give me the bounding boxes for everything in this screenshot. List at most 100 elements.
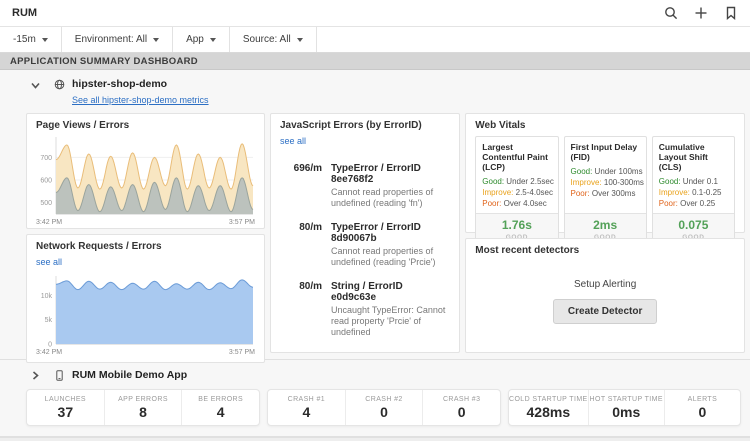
page-title: RUM [12,7,38,19]
metric-app-errors[interactable]: APP ERRORS 8 [105,390,183,425]
poor-range: Over 4.0sec [503,199,547,208]
mobile-app-section: RUM Mobile Demo App LAUNCHES 37 APP ERRO… [0,360,750,437]
metric-crash-1[interactable]: CRASH #1 4 [268,390,346,425]
svg-text:0: 0 [48,342,52,349]
chevron-down-icon [41,37,48,42]
filter-bar: -15m Environment: All App Source: All [0,27,750,53]
metric-hot-startup[interactable]: HOT STARTUP TIME 0ms [589,390,665,425]
metric-value: 4 [216,403,225,420]
dashboard-title: APPLICATION SUMMARY DASHBOARD [0,53,750,70]
js-errors-card: JavaScript Errors (by ErrorID) see all 6… [270,113,461,353]
chart-title: Network Requests / Errors [36,241,162,252]
network-requests-errors-chart[interactable]: 10k 5k 03:42 PM 3:57 PM [36,272,255,356]
footer-strip [0,437,750,441]
chevron-down-icon [209,37,216,42]
detectors-title: Most recent detectors [475,245,580,256]
error-rate: 696/m [293,163,322,174]
usage-metrics-card: LAUNCHES 37 APP ERRORS 8 BE ERRORS 4 [26,389,260,426]
see-all-metrics-link[interactable]: See all hipster-shop-demo metrics [72,95,209,105]
web-app-title-block: hipster-shop-demo See all hipster-shop-d… [72,78,209,108]
web-app-name[interactable]: hipster-shop-demo [72,78,209,90]
web-vitals-card: Web Vitals Largest Contentful Paint (LCP… [465,113,745,254]
vital-value: 2ms [593,218,618,232]
add-icon[interactable] [694,6,708,20]
vital-title: Largest Contentful Paint (LCP) [482,142,548,172]
svg-text:10k: 10k [41,293,53,300]
environment-filter[interactable]: Environment: All [62,27,174,52]
mobile-app-name[interactable]: RUM Mobile Demo App [72,369,187,381]
metric-cold-startup[interactable]: COLD STARTUP TIME 428ms [509,390,589,425]
globe-icon [54,79,65,90]
source-label: Source: All [242,34,291,45]
page-views-errors-chart[interactable]: 700 600 500 3:42 PM 3:57 PM [36,133,255,226]
metric-value: 0ms [612,403,641,420]
metric-alerts[interactable]: ALERTS 0 [665,390,740,425]
error-description: Cannot read properties of undefined (rea… [331,187,434,208]
lcp-vital-card[interactable]: Largest Contentful Paint (LCP) Good: Und… [475,136,559,254]
metric-label: COLD STARTUP TIME [509,395,588,403]
collapse-chevron-down-icon[interactable] [30,80,41,91]
svg-text:3:42 PM: 3:42 PM [36,349,62,356]
chevron-down-icon [296,37,303,42]
js-error-row[interactable]: 80/m String / ErrorID e0d9c63e Uncaught … [280,281,450,338]
good-label: Good: [482,177,505,186]
improve-label: Improve: [658,188,690,197]
poor-label: Poor: [658,199,678,208]
improve-label: Improve: [482,188,514,197]
web-app-section: hipster-shop-demo See all hipster-shop-d… [0,70,750,363]
time-range-filter[interactable]: -15m [0,27,62,52]
metric-label: APP ERRORS [118,395,168,403]
improve-label: Improve: [570,178,602,187]
svg-text:3:57 PM: 3:57 PM [229,349,255,356]
good-range: Under 100ms [594,167,643,176]
environment-label: Environment: All [74,34,148,45]
svg-text:600: 600 [40,178,52,185]
mobile-phone-icon [54,369,65,381]
metric-value: 4 [302,403,311,420]
metric-crash-3[interactable]: CRASH #3 0 [423,390,500,425]
chart-title: Page Views / Errors [36,120,130,131]
poor-label: Poor: [482,199,502,208]
error-rate: 80/m [299,222,322,233]
metric-value: 37 [57,403,74,420]
setup-alerting-label: Setup Alerting [574,278,637,290]
search-icon[interactable] [664,6,678,20]
see-all-link[interactable]: see all [280,136,306,146]
vitals-column: Web Vitals Largest Contentful Paint (LCP… [465,113,745,353]
error-rate: 80/m [299,281,322,292]
chevron-down-icon [153,37,160,42]
top-bar: RUM [0,0,750,27]
svg-text:500: 500 [40,200,52,207]
cls-vital-card[interactable]: Cumulative Layout Shift (CLS) Good: Unde… [651,136,736,254]
web-app-header: hipster-shop-demo See all hipster-shop-d… [0,75,750,113]
metric-label: LAUNCHES [44,395,86,403]
svg-text:5k: 5k [45,317,53,324]
topbar-icons [664,6,738,20]
see-all-link[interactable]: see all [36,257,62,267]
app-filter[interactable]: App [173,27,230,52]
error-title: TypeError / ErrorID 8ee768f2 [331,163,421,185]
fid-vital-card[interactable]: First Input Delay (FID) Good: Under 100m… [563,136,647,254]
metric-launches[interactable]: LAUNCHES 37 [27,390,105,425]
vital-value: 1.76s [501,218,532,232]
charts-column: Page Views / Errors 700 600 500 3:42 PM 3:57… [26,113,265,363]
source-filter[interactable]: Source: All [230,27,317,52]
good-range: Under 2.5sec [506,177,554,186]
metric-be-errors[interactable]: BE ERRORS 4 [182,390,259,425]
metric-crash-2[interactable]: CRASH #2 0 [346,390,424,425]
js-errors-column: JavaScript Errors (by ErrorID) see all 6… [270,113,461,353]
js-error-row[interactable]: 80/m TypeError / ErrorID 8d90067b Cannot… [280,222,450,268]
web-vitals-row: Largest Contentful Paint (LCP) Good: Und… [475,136,736,254]
metric-label: BE ERRORS [198,395,244,403]
bookmark-icon[interactable] [724,6,738,20]
app-label: App [186,34,204,45]
vital-title: First Input Delay (FID) [570,142,638,162]
metric-value: 8 [139,403,147,420]
detectors-card: Most recent detectors Setup Alerting Cre… [465,238,745,353]
error-description: Cannot read properties of undefined (rea… [331,246,436,267]
js-error-row[interactable]: 696/m TypeError / ErrorID 8ee768f2 Canno… [280,163,450,209]
create-detector-button[interactable]: Create Detector [552,298,658,324]
poor-range: Over 0.25 [680,199,716,208]
expand-chevron-right-icon[interactable] [30,370,41,381]
error-description: Uncaught TypeError: Cannot read property… [331,305,446,337]
